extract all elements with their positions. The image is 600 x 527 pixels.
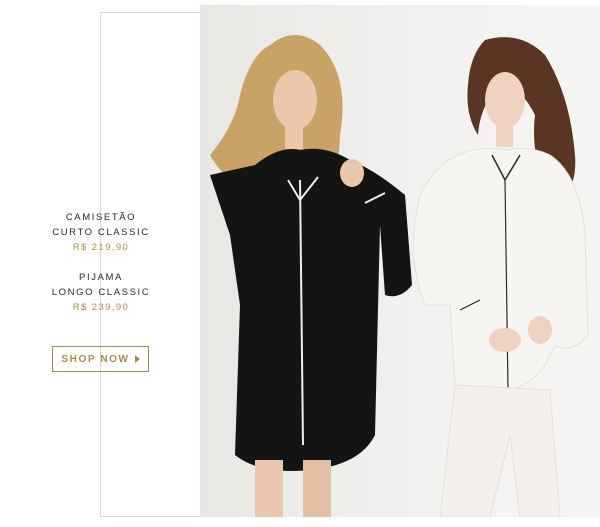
caret-right-icon <box>134 355 140 363</box>
models-illustration <box>210 35 589 517</box>
shop-now-button[interactable]: SHOP NOW <box>52 346 149 372</box>
product-name-line2: LONGO CLASSIC <box>51 287 151 298</box>
hero-photo[interactable] <box>200 5 600 517</box>
product-name-line1: PIJAMA <box>79 272 123 283</box>
product-info-1: CAMISETÃO CURTO CLASSIC R$ 219,90 <box>46 210 156 255</box>
product-info-2: PIJAMA LONGO CLASSIC R$ 239,90 <box>46 270 156 315</box>
product-price: R$ 239,90 <box>72 302 130 313</box>
product-name-line2: CURTO CLASSIC <box>52 227 150 238</box>
product-price: R$ 219,90 <box>72 242 130 253</box>
product-name-line1: CAMISETÃO <box>65 212 137 223</box>
shop-now-label: SHOP NOW <box>61 353 130 365</box>
